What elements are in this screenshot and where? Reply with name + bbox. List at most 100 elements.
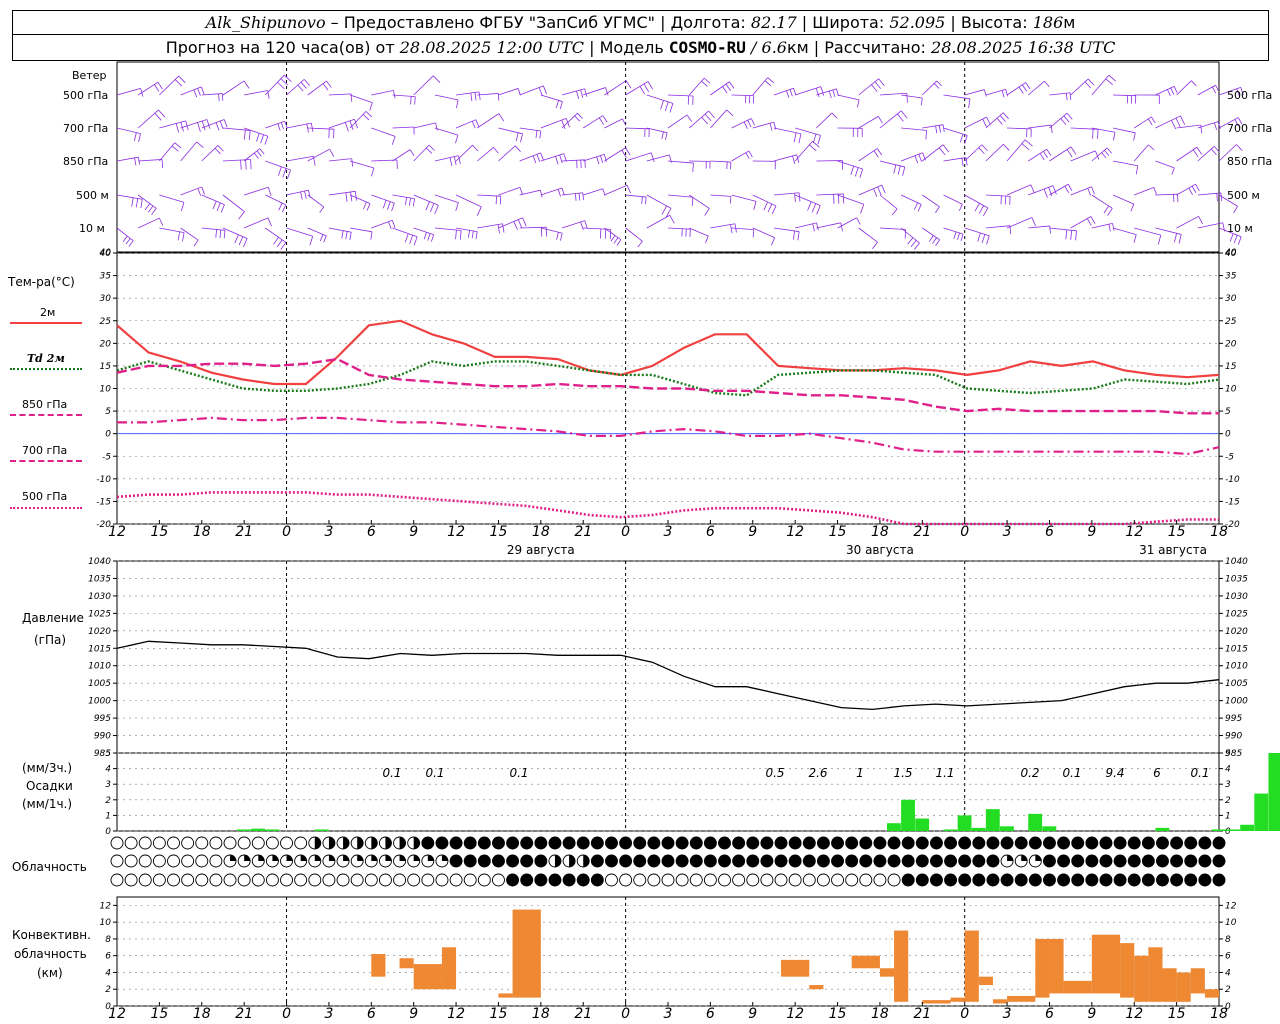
wind-barb-shaft — [222, 159, 251, 162]
wind-barb-flag — [871, 84, 878, 92]
wind-barb-shaft — [222, 227, 248, 239]
precip-bar — [1000, 826, 1014, 831]
wind-barb-shaft — [138, 217, 160, 229]
pressure-title: Давление — [22, 611, 84, 625]
cloud-cover-fill — [343, 837, 350, 849]
wind-barb — [773, 154, 800, 164]
wind-barb-flag — [243, 238, 248, 248]
wind-barb-flag — [467, 230, 471, 238]
cloud-cover-fill — [554, 855, 561, 867]
wind-barb-shaft — [561, 192, 583, 196]
wind-barb-shaft — [307, 127, 334, 130]
wind-barb-shaft — [1133, 144, 1149, 162]
ytick-label-temp: 0 — [105, 430, 111, 440]
ytick-label-conv: 6 — [105, 952, 111, 962]
wind-barb-flag — [369, 102, 373, 111]
wind-barb — [477, 223, 505, 234]
wind-barb-shaft — [943, 94, 971, 100]
wind-barb — [392, 126, 415, 135]
ytick-label-pres: 1030 — [88, 592, 111, 602]
cloud-cover-fill — [958, 874, 971, 886]
legend-500: 500 гПа — [22, 490, 68, 503]
wind-barb-flag — [456, 99, 459, 109]
wind-barb-shaft — [985, 144, 1004, 162]
wind-level-4: 10 м — [79, 222, 105, 235]
wind-barb-flag — [175, 123, 180, 133]
wind-barb-flag — [197, 122, 201, 132]
wind-barb-flag — [767, 77, 774, 84]
cloud-cover-fill — [873, 855, 886, 867]
wind-barb-flag — [370, 231, 373, 240]
wind-barb-flag — [705, 235, 709, 243]
xtick-label-top: 0 — [282, 524, 291, 540]
wind-barb-flag — [1173, 86, 1178, 94]
cloud-cover-fill — [1198, 855, 1211, 867]
wind-barb — [1091, 194, 1113, 216]
wind-barb-shaft — [794, 194, 821, 206]
convective-bar — [1176, 972, 1191, 1002]
precip-title: Осадки — [26, 779, 73, 793]
wind-barb-shaft — [731, 118, 752, 129]
cloud-cover-fill — [859, 837, 872, 849]
ytick-label-r-temp: 10 — [1225, 385, 1237, 395]
wind-barb-shaft — [710, 81, 730, 96]
wind-barb — [561, 112, 583, 129]
wind-barb-flag — [1175, 117, 1181, 128]
wind-barb-shaft — [943, 127, 968, 136]
wind-barb-shaft — [137, 109, 159, 129]
wind-barb-flag — [999, 115, 1006, 122]
wind-barb-shaft — [243, 148, 261, 162]
wind-barb — [964, 227, 990, 245]
wind-barb-flag — [811, 203, 817, 213]
wind-barb-flag — [580, 221, 584, 231]
wind-barb-flag — [1018, 86, 1024, 94]
cloud-cover-fill — [1114, 874, 1127, 886]
wind-barb-flag — [650, 152, 655, 162]
wind-barb-flag — [643, 83, 650, 92]
wind-barb — [328, 227, 352, 241]
wind-barb — [1113, 94, 1137, 104]
cloud-cover-icon — [167, 854, 180, 868]
wind-barb — [307, 148, 335, 162]
wind-barb-flag — [300, 191, 303, 200]
wind-barb-flag — [1211, 148, 1217, 156]
wind-level-0: 500 гПа — [63, 89, 109, 102]
cloud-cover-fill — [450, 855, 463, 867]
wind-barb-shaft — [1112, 227, 1137, 236]
legend-td-line — [10, 368, 82, 370]
wind-barb-flag — [794, 193, 796, 202]
wind-barb — [858, 116, 883, 129]
wind-barb-flag — [1030, 184, 1035, 194]
cloud-cover-icon — [124, 854, 138, 868]
wind-barb-shaft — [265, 227, 287, 243]
wind-barb — [922, 80, 942, 96]
wind-barb-shaft — [1049, 146, 1072, 162]
wind-barb-shaft — [646, 194, 672, 209]
wind-barb-flag — [240, 160, 242, 170]
cloud-cover-fill — [944, 837, 957, 849]
wind-barb-flag — [729, 81, 735, 89]
wind-barb — [562, 159, 586, 169]
wind-barb — [1028, 225, 1051, 234]
cloud-cover-fill — [1071, 837, 1084, 849]
cloud-cover-fill — [1057, 855, 1070, 867]
cloud-cover-fill — [1015, 837, 1028, 849]
wind-barb-flag — [1070, 146, 1077, 155]
wind-barb-flag — [1148, 144, 1155, 151]
wind-barb-flag — [128, 240, 134, 247]
wind-barb-shaft — [519, 189, 541, 196]
cloud-cover-fill — [986, 874, 999, 886]
cloud-cover-fill — [803, 837, 816, 849]
wind-barb — [1112, 160, 1139, 175]
wind-barb-flag — [1107, 208, 1113, 216]
cloud-cover-fill — [1170, 874, 1183, 886]
wind-barb — [900, 194, 922, 212]
wind-barb-shaft — [1007, 127, 1032, 130]
wind-barb — [964, 144, 988, 162]
wind-barb-flag — [692, 163, 694, 172]
wind-barb-flag — [223, 119, 228, 128]
wind-barb — [180, 86, 205, 98]
wind-barb-flag — [703, 77, 711, 84]
cloud-cover-fill — [1099, 837, 1112, 849]
wind-barb-flag — [430, 234, 435, 242]
